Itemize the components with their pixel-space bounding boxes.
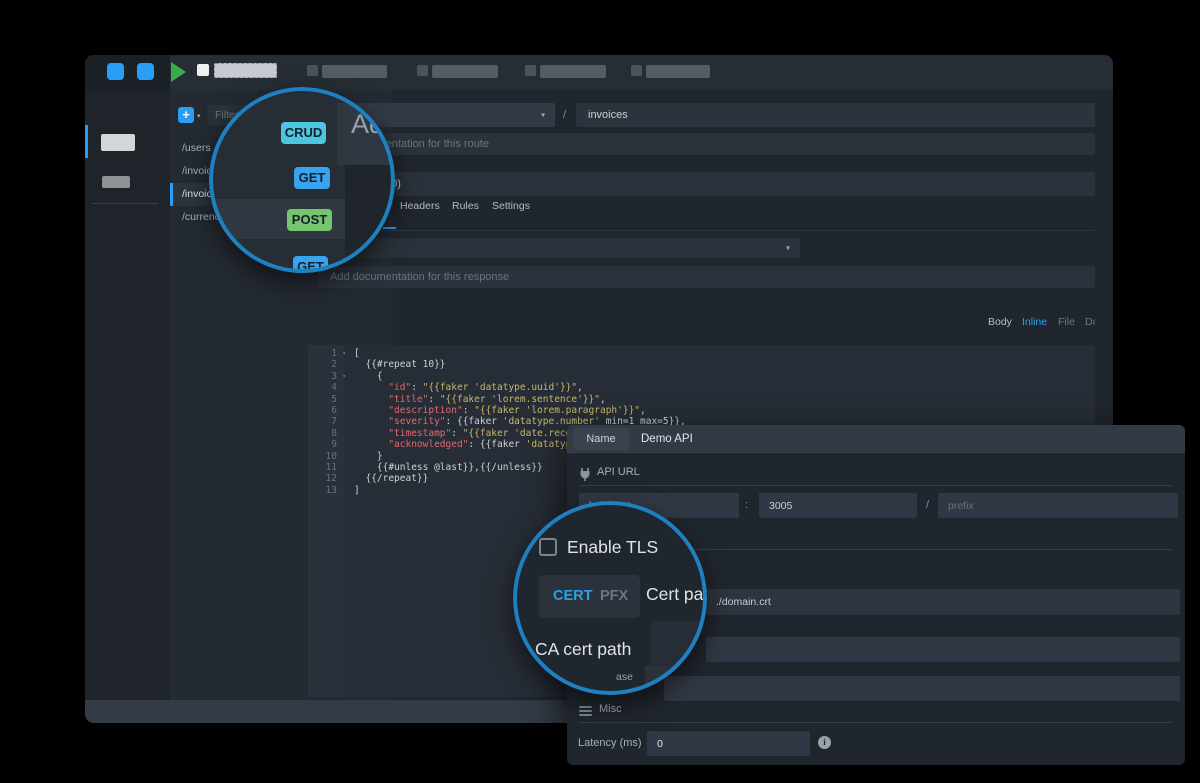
misc-icon [579,706,592,716]
lens-doc-input-fragment [337,103,395,165]
body-type-inline[interactable]: Inline [1022,316,1047,328]
toolbar-square-icon[interactable] [107,63,124,80]
enable-tls-label: Enable TLS [567,537,658,558]
prefix-separator: / [926,499,929,511]
latency-label: Latency (ms) [578,737,642,749]
toolbar-square-icon[interactable] [137,63,154,80]
env-name-label: Name [573,428,629,450]
info-icon: i [818,736,831,749]
chevron-down-icon[interactable]: ▾ [197,112,201,120]
active-env-name-placeholder[interactable] [214,63,277,78]
latency-input[interactable] [647,731,810,756]
port-separator: : [745,499,748,511]
cert-type-toggle: CERT PFX [539,575,640,618]
cert-path-label: Cert path [646,584,707,605]
code-line: 5 "title": "{{faker 'lorem.sentence'}}", [308,394,1095,405]
menu-item-icon [525,65,536,76]
body-type-data[interactable]: Da [1085,316,1095,328]
code-line: 3▾ { [308,371,1095,382]
menu-item-placeholder[interactable] [540,65,606,78]
port-input[interactable] [759,493,917,518]
route-doc-input[interactable] [318,133,1095,155]
cert-path-input[interactable] [706,589,1180,615]
desktop-background: + ▾ /users /invoice /invoices /currency-… [0,0,1200,783]
enable-tls-checkbox[interactable] [539,538,557,556]
method-badge-crud: CRUD [281,122,326,144]
sidebar-item-secondary[interactable] [102,176,130,188]
section-divider [579,722,1173,723]
api-url-section-title: API URL [597,466,640,478]
magnifier-lens-tls: Enable TLS CERT PFX Cert path CA cert pa… [513,501,707,695]
lens-passphrase-input-fragment [645,666,707,693]
lens-input-fragment [650,621,707,668]
menu-item-icon [631,65,642,76]
cert-option[interactable]: CERT [553,575,592,618]
passphrase-input[interactable] [664,676,1180,701]
toolbar-left-section [85,55,170,90]
method-badge-get: GET [294,167,330,189]
passphrase-label-fragment: ase [616,671,633,683]
path-separator: / [563,109,566,121]
magnifier-lens-routes: Ad CRUD GET POST GET [209,87,395,273]
sidebar-divider [92,203,158,204]
menu-item-placeholder[interactable] [432,65,498,78]
menu-item-placeholder[interactable] [322,65,387,78]
active-tab-indicator [383,227,396,229]
lens-selected-route-band [209,199,345,239]
prefix-input[interactable] [938,493,1178,518]
active-env-icon [197,64,209,76]
code-line: 4 "id": "{{faker 'datatype.uuid'}}", [308,382,1095,393]
env-name-row: Name Demo API [567,425,1185,453]
content-type-dropdown[interactable]: ▾ [318,238,800,258]
tab-settings[interactable]: Settings [492,200,530,212]
menu-item-placeholder[interactable] [646,65,710,78]
code-line: 1▾[ [308,348,1095,359]
code-line: 6 "description": "{{faker 'lorem.paragra… [308,405,1095,416]
body-label: Body [988,316,1012,328]
menu-item-icon [417,65,428,76]
chevron-down-icon: ▾ [786,244,790,253]
body-type-file[interactable]: File [1058,316,1075,328]
response-doc-input[interactable] [318,266,1095,288]
menu-item-icon [307,65,318,76]
lens-doc-text-fragment: Ad [351,109,384,140]
body-type-toggle: Body Inline File Da [975,313,1095,333]
play-icon[interactable] [171,62,186,82]
lens-routes-background [209,87,345,273]
tabs-divider [308,230,1095,231]
sidebar [85,90,170,700]
ca-cert-path-label: CA cert path [535,639,631,660]
key-path-input[interactable] [706,637,1180,662]
sidebar-item-routes[interactable] [101,134,135,151]
plug-icon [579,467,591,481]
chevron-down-icon: ▾ [541,111,545,120]
method-badge-get: GET [293,256,328,273]
route-path-input[interactable] [576,103,1095,127]
tab-headers[interactable]: Headers [400,200,440,212]
response-dropdown[interactable]: 00) [318,172,1095,196]
code-line: 2 {{#repeat 10}} [308,359,1095,370]
env-name-input[interactable]: Demo API [641,425,693,453]
pfx-option[interactable]: PFX [600,575,628,618]
sidebar-active-indicator [85,125,88,158]
tab-rules[interactable]: Rules [452,200,479,212]
method-badge-post: POST [287,209,332,231]
add-route-button[interactable]: + [178,107,194,123]
section-divider [579,485,1173,486]
misc-section-title: Misc [599,703,622,715]
app-toolbar [85,55,1113,90]
